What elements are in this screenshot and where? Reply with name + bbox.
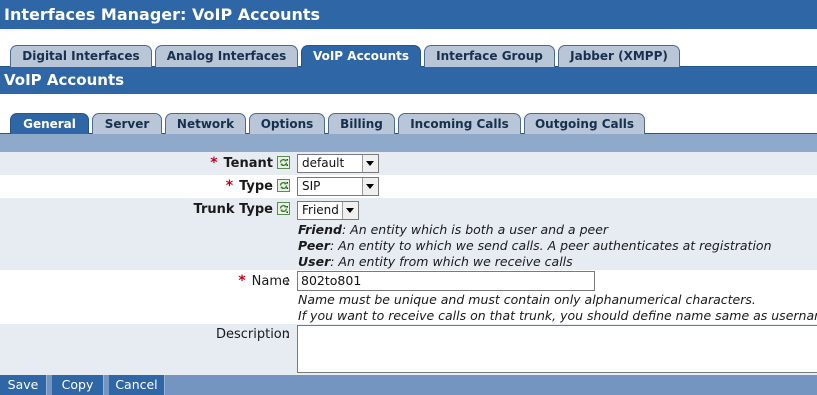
copy-button[interactable]: Copy: [52, 375, 104, 395]
main-tab-bar: Digital Interfaces Analog Interfaces VoI…: [0, 29, 817, 67]
trunk-type-note-user: User: An entity from which we receive ca…: [298, 254, 573, 269]
chevron-down-icon: [342, 202, 358, 219]
trunk-type-label-text: Trunk Type: [193, 202, 273, 217]
page-title: Interfaces Manager: VoIP Accounts: [0, 0, 817, 29]
trunk-type-note-friend: Friend: An entity which is both a user a…: [298, 222, 608, 237]
save-button[interactable]: Save: [0, 375, 47, 395]
button-bar: Save Copy Cancel: [0, 375, 817, 395]
type-label: * Type: [226, 178, 290, 194]
type-row: * Type : SIP: [0, 175, 817, 198]
tab-analog-interfaces[interactable]: Analog Interfaces: [155, 45, 298, 67]
description-textarea[interactable]: [297, 325, 817, 373]
sub-tab-bar: General Server Network Options Billing I…: [0, 94, 817, 134]
type-label-text: Type: [239, 179, 273, 194]
name-label: * Name: [238, 273, 290, 289]
note-text: : An entity which is both a user and a p…: [341, 222, 609, 237]
note-text: : An entity from which we receive calls: [330, 254, 573, 269]
trunk-type-label: Trunk Type: [194, 202, 290, 217]
type-select[interactable]: SIP: [297, 177, 379, 196]
tenant-select[interactable]: default: [297, 154, 379, 173]
chevron-down-icon: [362, 155, 378, 172]
note-term: User: [298, 254, 331, 269]
colon: :: [285, 155, 290, 170]
tenant-row: * Tenant : default: [0, 152, 817, 175]
tab-interface-group[interactable]: Interface Group: [424, 45, 555, 67]
colon: :: [285, 178, 290, 193]
tenant-label-text: Tenant: [223, 156, 273, 171]
colon: :: [285, 273, 290, 288]
tab-options[interactable]: Options: [249, 113, 325, 134]
note-term: Friend: [298, 222, 342, 237]
required-marker: *: [210, 155, 218, 171]
section-title: VoIP Accounts: [0, 67, 817, 94]
tenant-label: * Tenant: [210, 155, 290, 171]
trunk-type-value: Friend: [302, 203, 339, 217]
name-note-unique: Name must be unique and must contain onl…: [298, 292, 756, 307]
required-marker: *: [238, 273, 246, 289]
trunk-type-note-peer: Peer: An entity to which we send calls. …: [298, 238, 772, 253]
name-input[interactable]: 802to801: [297, 271, 595, 291]
note-term: Peer: [298, 238, 330, 253]
form-header-strip: [0, 134, 817, 152]
name-note-username: If you want to receive calls on that tru…: [298, 308, 817, 323]
required-marker: *: [225, 178, 234, 194]
trunk-type-row: Trunk Type : Friend Friend: An entity wh…: [0, 198, 817, 270]
type-value: SIP: [302, 179, 321, 193]
trunk-type-select[interactable]: Friend: [297, 201, 359, 220]
note-text: : An entity to which we send calls. A pe…: [329, 238, 772, 253]
colon: :: [285, 327, 290, 342]
tab-server[interactable]: Server: [92, 113, 162, 134]
tab-jabber-xmpp[interactable]: Jabber (XMPP): [558, 45, 680, 67]
description-label-text: Description: [215, 327, 290, 342]
cancel-button[interactable]: Cancel: [109, 375, 165, 395]
tab-outgoing-calls[interactable]: Outgoing Calls: [524, 113, 645, 134]
description-label: Description: [216, 327, 290, 342]
tab-network[interactable]: Network: [165, 113, 246, 134]
chevron-down-icon: [362, 178, 378, 195]
tab-billing[interactable]: Billing: [328, 113, 395, 134]
tab-general[interactable]: General: [10, 113, 89, 134]
tab-digital-interfaces[interactable]: Digital Interfaces: [10, 45, 152, 67]
tab-incoming-calls[interactable]: Incoming Calls: [398, 113, 521, 134]
tenant-value: default: [302, 156, 345, 170]
name-row: * Name : 802to801 Name must be unique and…: [0, 270, 817, 324]
tab-voip-accounts[interactable]: VoIP Accounts: [301, 45, 421, 67]
colon: :: [285, 202, 290, 217]
